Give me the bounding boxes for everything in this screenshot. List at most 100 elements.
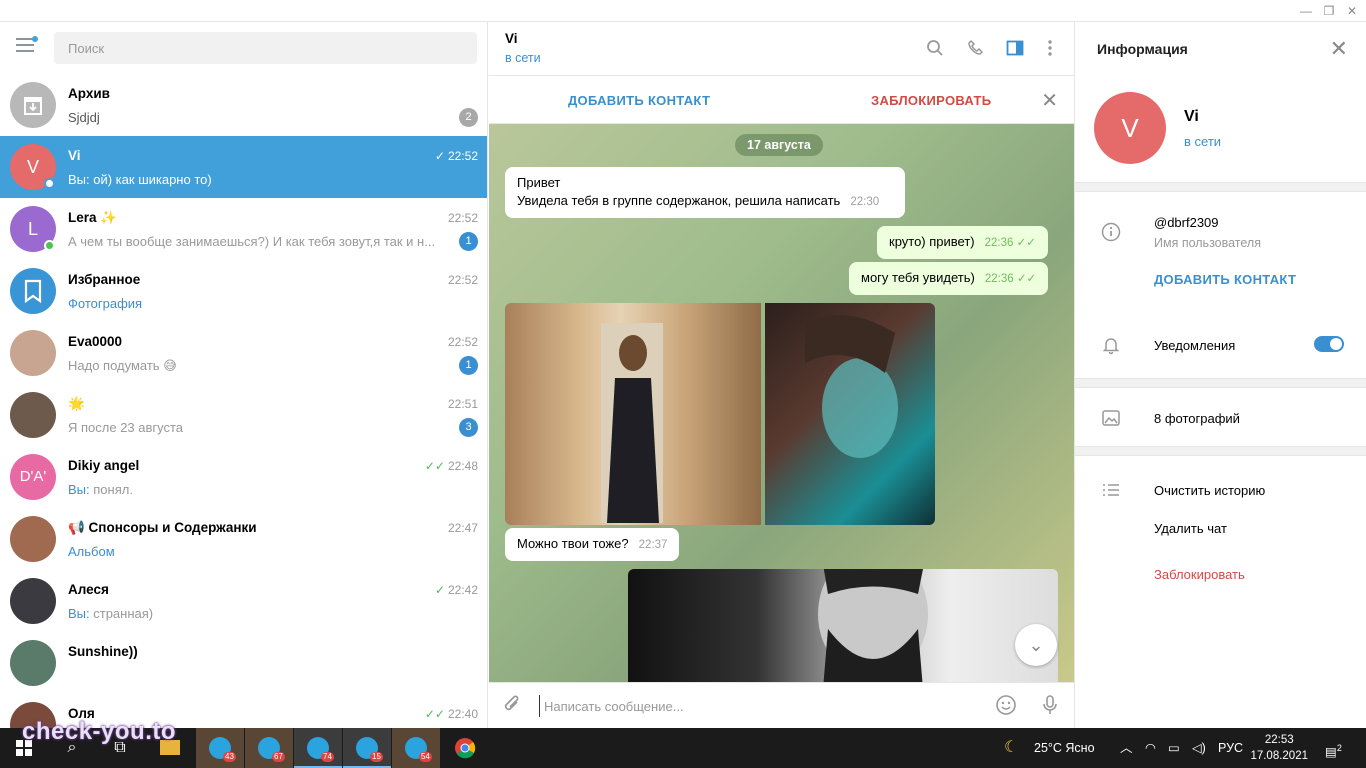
close-icon[interactable]: ✕ xyxy=(1330,36,1348,62)
message-out[interactable]: могу тебя увидеть) 22:36 ✓✓ xyxy=(849,262,1049,295)
peer-status: в сети xyxy=(505,51,541,65)
emoji-icon[interactable] xyxy=(994,694,1018,718)
watermark: check-you.to xyxy=(22,718,177,745)
chat-item-archive[interactable]: Архив Sjdjdj 2 xyxy=(0,74,487,136)
menu-notification-dot xyxy=(32,36,38,42)
profile-status: в сети xyxy=(1184,134,1222,149)
chat-item-eva[interactable]: Eva0000 22:52 Надо подумать 😅 1 xyxy=(0,322,487,384)
search-icon[interactable] xyxy=(925,39,945,59)
notifications-toggle[interactable] xyxy=(1314,336,1344,352)
chat-time: ✓✓ 22:48 xyxy=(424,459,478,473)
menu-icon[interactable] xyxy=(16,36,38,58)
chat-item-star[interactable]: 🌟 22:51 Я после 23 августа 3 xyxy=(0,384,487,446)
message-text: Увидела тебя в группе содержанок, решила… xyxy=(517,193,880,208)
telegram-taskbar-icon[interactable]: 74 xyxy=(294,728,342,768)
minimize-button[interactable]: — xyxy=(1294,0,1318,22)
avatar xyxy=(10,330,56,376)
chat-item-saved[interactable]: Избранное 22:52 Фотография xyxy=(0,260,487,322)
chat-item-vi[interactable]: V Vi ✓ 22:52 Вы: ой) как шикарно то) xyxy=(0,136,487,198)
chat-last-message: А чем ты вообще занимаешься?) И как тебя… xyxy=(68,234,436,249)
add-contact-link[interactable]: ДОБАВИТЬ КОНТАКТ xyxy=(1154,272,1296,287)
unread-badge: 1 xyxy=(459,356,478,375)
username-value[interactable]: @dbrf2309 xyxy=(1154,215,1219,230)
read-check-icon: ✓ xyxy=(434,583,445,597)
photo-thumbnail[interactable] xyxy=(628,569,1058,682)
chat-name: 📢 Спонсоры и Содержанки xyxy=(68,520,257,535)
maximize-button[interactable]: ❐ xyxy=(1317,0,1341,22)
chat-item-sponsors[interactable]: 📢 Спонсоры и Содержанки 22:47 Альбом xyxy=(0,508,487,570)
telegram-taskbar-icon[interactable]: 54 xyxy=(392,728,440,768)
attach-icon[interactable] xyxy=(500,694,524,718)
close-window-button[interactable]: ✕ xyxy=(1340,0,1364,22)
microphone-icon[interactable] xyxy=(1038,694,1062,718)
search-input[interactable] xyxy=(54,32,477,64)
chat-name: Dikiy angel xyxy=(68,458,140,473)
add-contact-button[interactable]: ДОБАВИТЬ КОНТАКТ xyxy=(568,93,710,108)
message-time: 22:36 ✓✓ xyxy=(984,237,1036,249)
notifications-label: Уведомления xyxy=(1154,338,1236,353)
conversation-panel: Vi в сети ДОБАВИТЬ КОНТАКТ ЗАБЛОКИРОВАТЬ… xyxy=(489,22,1074,728)
telegram-taskbar-icon[interactable]: 67 xyxy=(245,728,293,768)
chat-time: 22:52 xyxy=(447,211,478,225)
chat-item-lera[interactable]: L Lera ✨ 22:52 А чем ты вообще занимаешь… xyxy=(0,198,487,260)
chrome-taskbar-icon[interactable] xyxy=(441,728,489,768)
message-text: Можно твои тоже? xyxy=(517,536,629,551)
chat-time: ✓ 22:52 xyxy=(434,149,478,163)
bell-icon xyxy=(1101,335,1121,355)
divider xyxy=(1075,182,1366,192)
language-indicator[interactable]: РУС xyxy=(1218,728,1243,768)
message-out[interactable]: круто) привет) 22:36 ✓✓ xyxy=(877,226,1048,259)
image-icon xyxy=(1101,408,1121,428)
message-text: круто) привет) xyxy=(889,234,975,249)
message-in[interactable]: Привет Увидела тебя в группе содержанок,… xyxy=(505,167,905,218)
chat-item-alesya[interactable]: Алеся ✓ 22:42 Вы: странная) xyxy=(0,570,487,632)
scroll-down-button[interactable]: ⌄ xyxy=(1015,624,1057,666)
weather-text[interactable]: 25°C Ясно xyxy=(1034,728,1095,768)
chat-item-sunshine[interactable]: Sunshine)) xyxy=(0,632,487,694)
block-button[interactable]: ЗАБЛОКИРОВАТЬ xyxy=(871,93,991,108)
photo-thumbnail[interactable] xyxy=(765,303,935,525)
more-options-icon[interactable] xyxy=(1040,39,1060,59)
chat-last-message: Вы: странная) xyxy=(68,606,154,621)
online-indicator xyxy=(44,240,55,251)
message-area[interactable]: 17 августа Привет Увидела тебя в группе … xyxy=(489,124,1074,682)
chat-name: Алеся xyxy=(68,582,109,597)
telegram-taskbar-icon[interactable]: 15 xyxy=(343,728,391,768)
window-titlebar: — ❐ ✕ xyxy=(0,0,1366,22)
block-user-button[interactable]: Заблокировать xyxy=(1154,567,1245,582)
info-title: Информация xyxy=(1097,41,1188,57)
chat-name: Sunshine)) xyxy=(68,644,138,659)
chat-last-message: Альбом xyxy=(68,544,115,559)
chat-name: Vi xyxy=(68,148,81,163)
message-input[interactable] xyxy=(539,695,979,717)
info-panel: Информация ✕ V Vi в сети @dbrf2309 Имя п… xyxy=(1074,22,1366,728)
chat-last-message: Надо подумать 😅 xyxy=(68,358,177,373)
clear-history-button[interactable]: Очистить историю xyxy=(1154,483,1265,498)
volume-icon[interactable]: ◁) xyxy=(1192,728,1206,768)
tray-chevron-icon[interactable]: ︿ xyxy=(1120,728,1133,768)
network-icon[interactable]: ◠ xyxy=(1145,728,1156,768)
delete-chat-button[interactable]: Удалить чат xyxy=(1154,521,1227,536)
windows-taskbar: ⌕ ⧉ 43 67 74 15 54 ☾ 25°C Ясно ︿ ◠ ▭ ◁) … xyxy=(0,728,1366,768)
chat-list-panel: Архив Sjdjdj 2 V Vi ✓22:52 Вы: ой) как ш… xyxy=(0,22,488,728)
chat-time: 22:52 xyxy=(447,273,478,287)
telegram-taskbar-icon[interactable]: 43 xyxy=(196,728,244,768)
peer-name[interactable]: Vi xyxy=(505,31,518,46)
chat-item-dikiy-angel[interactable]: D'A' Dikiy angel ✓✓ 22:48 Вы: понял. xyxy=(0,446,487,508)
phone-icon[interactable] xyxy=(966,39,986,59)
unread-badge: 1 xyxy=(459,232,478,251)
profile-avatar[interactable]: V xyxy=(1094,92,1166,164)
avatar xyxy=(10,640,56,686)
message-in[interactable]: Можно твои тоже? 22:37 xyxy=(505,528,680,561)
photo-thumbnail[interactable] xyxy=(505,303,761,525)
chat-name: Lera ✨ xyxy=(68,210,118,225)
avatar xyxy=(10,516,56,562)
photos-link[interactable]: 8 фотографий xyxy=(1154,411,1240,426)
sidebar-toggle-icon[interactable] xyxy=(1005,39,1025,59)
battery-icon[interactable]: ▭ xyxy=(1168,728,1180,768)
read-check-icon: ✓✓ xyxy=(424,707,445,721)
clock[interactable]: 22:53 17.08.2021 xyxy=(1250,732,1308,764)
notification-center-icon[interactable]: ▤2 xyxy=(1325,728,1342,768)
close-icon[interactable]: ✕ xyxy=(1041,88,1058,113)
list-icon xyxy=(1101,480,1121,500)
